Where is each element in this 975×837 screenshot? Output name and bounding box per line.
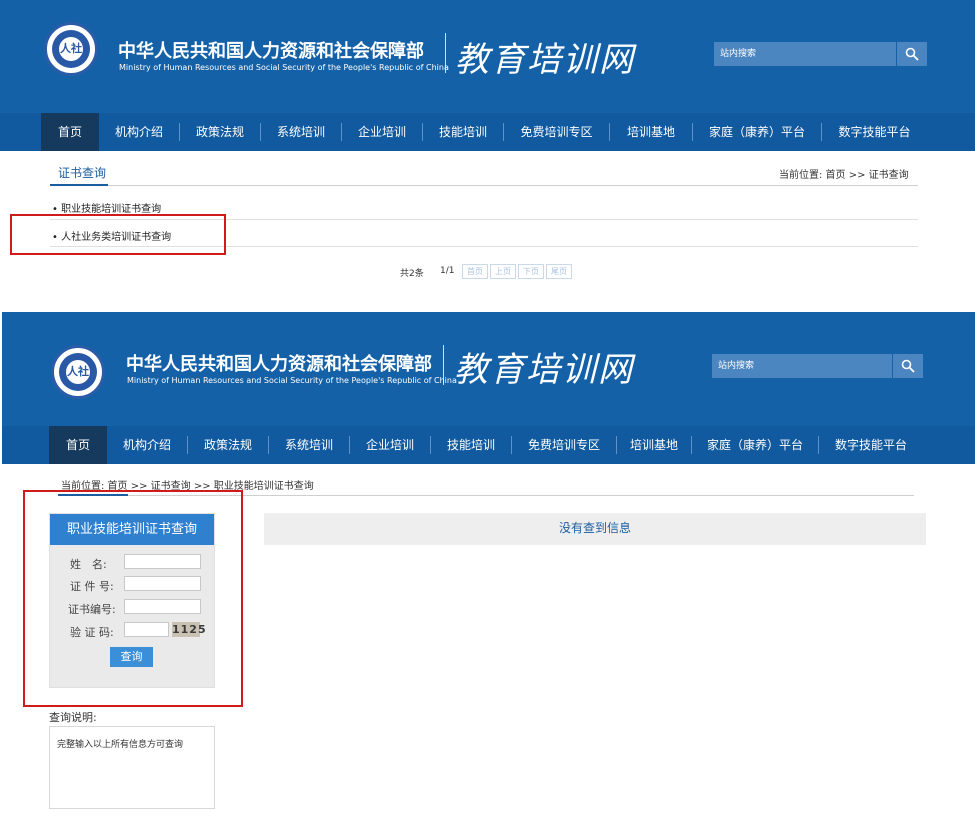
nav-item-digital-platform[interactable]: 数字技能平台 — [819, 426, 923, 464]
nav-item-about[interactable]: 机构介绍 — [99, 113, 179, 151]
ministry-title-en: Ministry of Human Resources and Social S… — [119, 63, 449, 72]
search-icon — [905, 47, 919, 61]
main-nav: 首页 机构介绍 政策法规 系统培训 企业培训 技能培训 免费培训专区 培训基地 … — [2, 426, 975, 464]
ministry-emblem-icon[interactable]: 人社 — [44, 22, 98, 76]
highlight-box — [23, 490, 243, 707]
pagination-next[interactable]: 下页 — [518, 264, 544, 279]
breadcrumb-divider — [128, 495, 914, 496]
nav-item-digital-platform[interactable]: 数字技能平台 — [822, 113, 927, 151]
pagination-page: 1/1 — [440, 266, 455, 276]
nav-item-enterprise-training[interactable]: 企业培训 — [350, 426, 430, 464]
search-input[interactable]: 站内搜索 — [714, 42, 896, 66]
nav-item-policy[interactable]: 政策法规 — [180, 113, 260, 151]
header-divider — [443, 345, 444, 385]
search-button[interactable] — [896, 42, 927, 66]
pagination-prev[interactable]: 上页 — [490, 264, 516, 279]
nav-item-family-platform[interactable]: 家庭（康养）平台 — [693, 113, 821, 151]
nav-item-policy[interactable]: 政策法规 — [188, 426, 268, 464]
nav-item-system-training[interactable]: 系统培训 — [269, 426, 349, 464]
nav-item-training-base[interactable]: 培训基地 — [610, 113, 692, 151]
nav-item-about[interactable]: 机构介绍 — [107, 426, 187, 464]
notes-text: 完整输入以上所有信息方可查询 — [57, 740, 184, 750]
site-header: 人社 中华人民共和国人力资源和社会保障部 Ministry of Human R… — [0, 0, 975, 113]
pagination-total: 共2条 — [400, 269, 424, 279]
list-item[interactable]: • 职业技能培训证书查询 — [52, 200, 161, 215]
main-nav: 首页 机构介绍 政策法规 系统培训 企业培训 技能培训 免费培训专区 培训基地 … — [0, 113, 975, 151]
ministry-title: 中华人民共和国人力资源和社会保障部 — [126, 354, 432, 375]
nav-item-home[interactable]: 首页 — [49, 426, 107, 464]
search-button[interactable] — [892, 354, 923, 378]
site-header: 人社 中华人民共和国人力资源和社会保障部 Ministry of Human R… — [2, 312, 975, 426]
pagination-last[interactable]: 尾页 — [546, 264, 572, 279]
nav-item-free-training[interactable]: 免费培训专区 — [504, 113, 609, 151]
tab-divider — [108, 185, 918, 186]
nav-item-training-base[interactable]: 培训基地 — [617, 426, 691, 464]
site-name[interactable]: 教育培训网 — [454, 342, 634, 391]
header-divider — [445, 33, 446, 73]
notes-box: 完整输入以上所有信息方可查询 — [49, 726, 215, 809]
pagination-first[interactable]: 首页 — [462, 264, 488, 279]
ministry-title-en: Ministry of Human Resources and Social S… — [127, 376, 457, 385]
search-icon — [901, 359, 915, 373]
notes-title: 查询说明: — [49, 711, 97, 724]
tab-certificate-query[interactable]: 证书查询 — [58, 164, 106, 181]
ministry-title: 中华人民共和国人力资源和社会保障部 — [118, 41, 424, 62]
nav-item-family-platform[interactable]: 家庭（康养）平台 — [692, 426, 818, 464]
nav-item-enterprise-training[interactable]: 企业培训 — [342, 113, 422, 151]
ministry-emblem-icon[interactable]: 人社 — [51, 345, 105, 399]
nav-item-skills-training[interactable]: 技能培训 — [423, 113, 503, 151]
nav-item-skills-training[interactable]: 技能培训 — [431, 426, 511, 464]
tab-underline — [50, 184, 108, 186]
nav-item-system-training[interactable]: 系统培训 — [261, 113, 341, 151]
breadcrumb: 当前位置: 首页 >> 证书查询 — [779, 170, 909, 181]
nav-item-home[interactable]: 首页 — [41, 113, 99, 151]
site-name[interactable]: 教育培训网 — [455, 32, 635, 81]
nav-item-free-training[interactable]: 免费培训专区 — [512, 426, 616, 464]
search-input[interactable]: 站内搜索 — [712, 354, 892, 378]
highlight-box — [10, 214, 226, 255]
result-message: 没有查到信息 — [264, 513, 926, 545]
